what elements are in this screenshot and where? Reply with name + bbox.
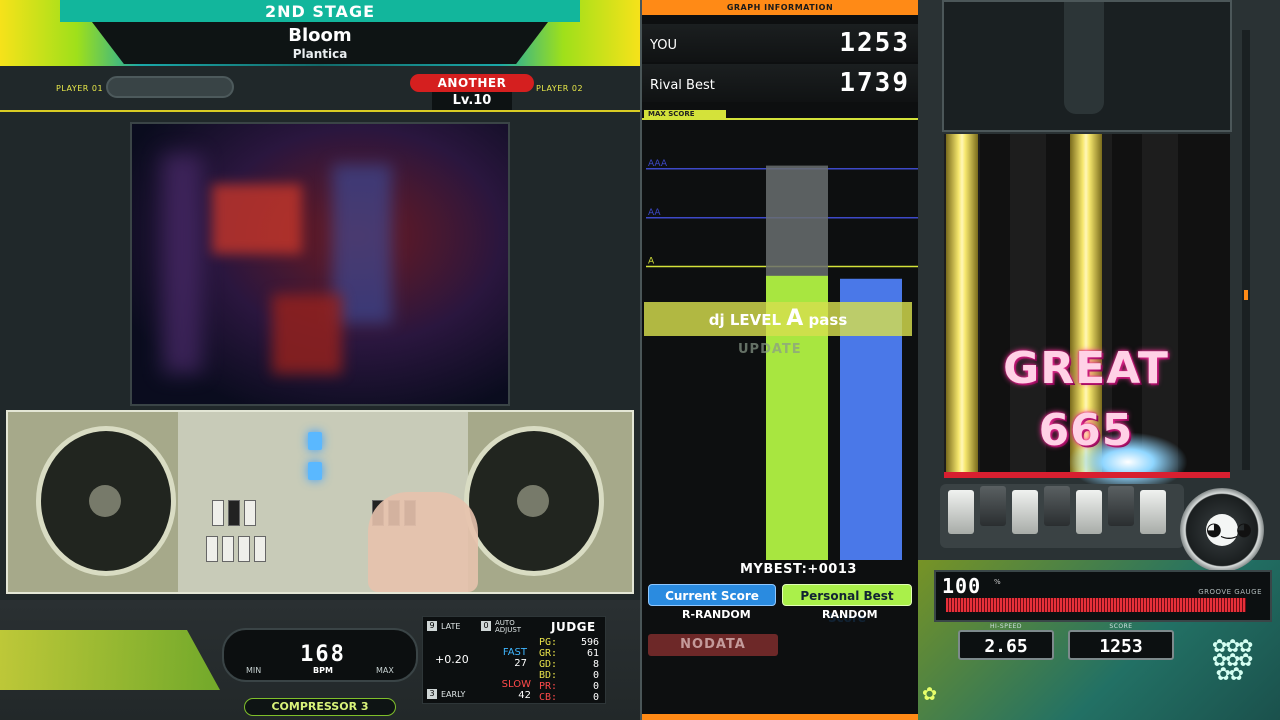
mybest-diff: MYBEST:+0013 bbox=[740, 562, 857, 577]
slow-value: 42 bbox=[518, 690, 531, 701]
slow-label: SLOW bbox=[501, 679, 531, 690]
gauge-fill bbox=[946, 598, 1246, 612]
flower-small-icon: ✿ bbox=[922, 684, 938, 705]
personal-best-option: RANDOM bbox=[822, 608, 878, 621]
song-title-box: Bloom Plantica bbox=[92, 22, 548, 64]
current-score-legend: Current Score bbox=[648, 584, 776, 606]
graph-panel: GRAPH INFORMATION YOU 1253 Rival Best 17… bbox=[642, 0, 918, 720]
player1-slot bbox=[106, 76, 234, 98]
scratch-face-icon: ◕‿◕ bbox=[1206, 514, 1252, 546]
header-divider bbox=[0, 110, 640, 112]
turntable-left-icon bbox=[36, 426, 176, 576]
grade-label-aaa: AAA bbox=[648, 159, 668, 169]
dj-level-grade: A bbox=[786, 306, 804, 331]
early-icon: 3 bbox=[427, 689, 437, 699]
graph-footer-bar bbox=[642, 714, 918, 720]
effector-label: COMPRESSOR 3 bbox=[244, 698, 396, 716]
player-hand bbox=[368, 492, 478, 592]
judge-row-gr: GR: 61 bbox=[539, 648, 599, 659]
auto-adjust-label: AUTO ADJUST bbox=[495, 619, 522, 634]
rival-label: Rival Best bbox=[650, 78, 715, 93]
judge-panel: 9 LATE 0 AUTO ADJUST JUDGE +0.20 FAST 27… bbox=[422, 616, 606, 704]
rival-score: 1739 bbox=[839, 68, 910, 98]
judge-title: JUDGE bbox=[551, 620, 596, 634]
you-label: YOU bbox=[650, 38, 677, 53]
hispeed-label: HI-SPEED bbox=[989, 623, 1023, 630]
key-beam-panel bbox=[940, 484, 1184, 548]
flower-logo-icon: ✿✿✿ ✿✿✿ ✿✿ bbox=[1212, 636, 1253, 685]
hand-camera bbox=[6, 410, 634, 594]
song-title: Bloom bbox=[288, 25, 352, 46]
player-row: PLAYER 01 ANOTHER Lv.10 PLAYER 02 bbox=[0, 70, 640, 112]
update-label: UPDATE bbox=[738, 342, 802, 357]
timing-offset: +0.20 bbox=[435, 653, 469, 666]
dj-level-suffix: pass bbox=[808, 311, 848, 329]
dj-level-prefix: dj LEVEL bbox=[708, 311, 782, 329]
fast-label: FAST bbox=[502, 647, 527, 658]
nodata-label: NODATA bbox=[648, 634, 778, 656]
turntable-right-icon bbox=[464, 426, 604, 576]
difficulty-badge: ANOTHER bbox=[410, 74, 534, 92]
early-label: EARLY bbox=[441, 690, 466, 699]
personal-best-legend: Personal Best Score bbox=[782, 584, 912, 625]
you-score-row: YOU 1253 bbox=[642, 24, 918, 62]
player2-label: PLAYER 02 bbox=[536, 84, 584, 93]
player1-label: PLAYER 01 bbox=[56, 84, 104, 93]
grade-label-a: A bbox=[648, 257, 655, 267]
fast-value: 27 bbox=[514, 658, 527, 669]
bpm-label: BPM bbox=[313, 666, 333, 675]
bpm-value: 168 bbox=[300, 642, 346, 667]
auto-adjust-icon: 0 bbox=[481, 621, 491, 631]
difficulty-level: Lv.10 bbox=[432, 92, 512, 110]
judge-row-bd: BD: 0 bbox=[539, 670, 599, 681]
late-icon: 9 bbox=[427, 621, 437, 631]
background-video bbox=[130, 122, 510, 406]
bpm-max-label: MAX bbox=[376, 666, 394, 675]
bpm-min-label: MIN bbox=[246, 666, 262, 675]
progress-marker bbox=[1244, 290, 1248, 300]
lane-cover bbox=[942, 0, 1232, 132]
gauge-percent: 100 bbox=[942, 574, 982, 598]
combo-count: 665 bbox=[1038, 405, 1134, 456]
play-field-panel: GREAT 665 ◕‿◕ 100 % GROOVE GAUGE HI-SPEE… bbox=[918, 0, 1280, 720]
current-option: R-RANDOM bbox=[682, 608, 751, 621]
dj-level-box: dj LEVEL A pass bbox=[644, 302, 912, 336]
judge-row-pg: PG: 596 bbox=[539, 637, 599, 648]
hispeed-box: HI-SPEED 2.65 bbox=[958, 623, 1054, 660]
max-score-label: MAX SCORE bbox=[644, 110, 726, 119]
game-screen: 2ND STAGE Bloom Plantica PLAYER 01 ANOTH… bbox=[0, 0, 1280, 720]
judge-line bbox=[944, 472, 1230, 478]
stage-label: 2ND STAGE bbox=[60, 0, 580, 22]
gauge-percent-unit: % bbox=[994, 578, 1001, 586]
gauge-label: GROOVE GAUGE bbox=[1198, 588, 1262, 596]
graph-header: GRAPH INFORMATION bbox=[642, 0, 918, 15]
judge-row-cb: CB: 0 bbox=[539, 692, 599, 703]
judge-combo-text: GREAT 665 bbox=[950, 338, 1222, 462]
left-panel: 2ND STAGE Bloom Plantica PLAYER 01 ANOTH… bbox=[0, 0, 640, 720]
judge-row-gd: GD: 8 bbox=[539, 659, 599, 670]
score-box: SCORE 1253 bbox=[1068, 623, 1174, 660]
you-score: 1253 bbox=[839, 28, 910, 58]
bottom-wedge bbox=[0, 630, 220, 690]
judge-row-pr: PR: 0 bbox=[539, 681, 599, 692]
score-value: 1253 bbox=[1099, 636, 1143, 657]
groove-gauge: 100 % GROOVE GAUGE bbox=[934, 570, 1272, 622]
judge-text: GREAT bbox=[1003, 343, 1169, 394]
score-label: SCORE bbox=[1109, 623, 1133, 630]
grade-label-aa: AA bbox=[648, 208, 661, 218]
bpm-display: MIN 168 BPM MAX bbox=[222, 628, 418, 682]
rival-score-row: Rival Best 1739 bbox=[642, 64, 918, 102]
song-artist: Plantica bbox=[292, 47, 348, 61]
late-label: LATE bbox=[441, 622, 461, 631]
hispeed-value: 2.65 bbox=[984, 636, 1028, 657]
progress-strip bbox=[1242, 30, 1250, 470]
